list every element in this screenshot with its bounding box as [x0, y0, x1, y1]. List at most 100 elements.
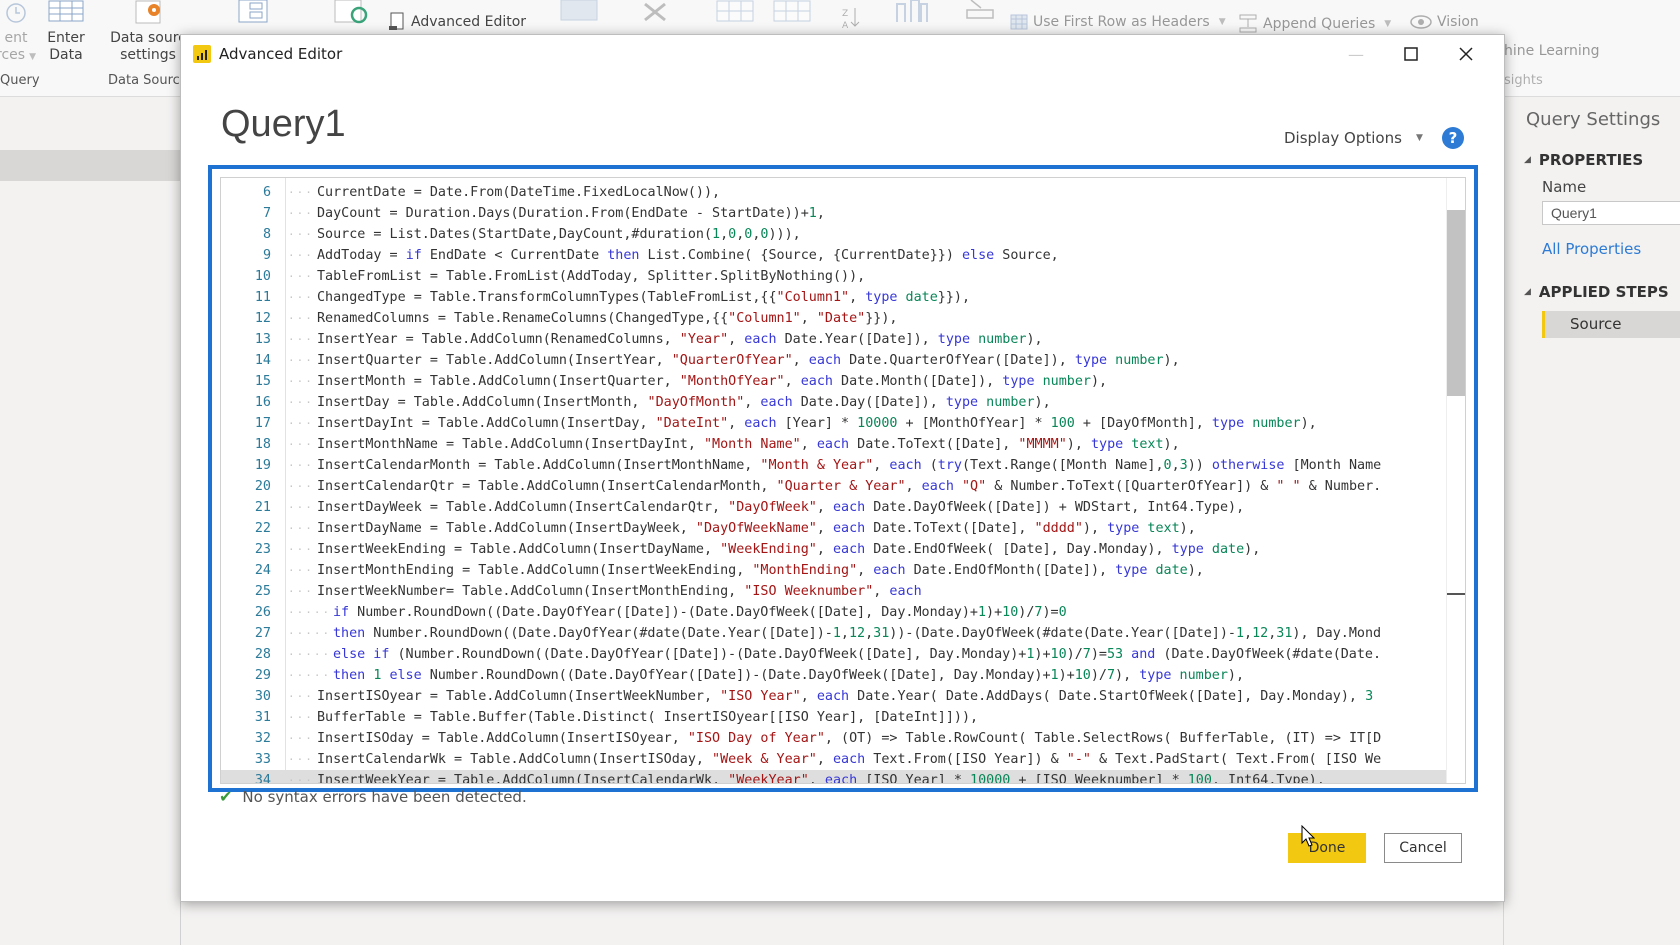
group-label-query: Query — [0, 73, 40, 88]
syntax-status: ✔ No syntax errors have been detected. — [219, 787, 527, 806]
help-icon[interactable]: ? — [1442, 127, 1464, 149]
append-queries-label: Append Queries — [1263, 16, 1376, 32]
code-text: InsertWeekYear = Table.AddColumn(InsertC… — [317, 773, 1325, 784]
cancel-button[interactable]: Cancel — [1384, 833, 1462, 863]
minimize-button[interactable]: — — [1336, 39, 1376, 69]
code-line[interactable]: 7 ··· DayCount = Duration.Days(Duration.Fr… — [221, 203, 1447, 224]
line-number: 12 — [254, 311, 271, 326]
code-line[interactable]: 19 ··· InsertCalendarMonth = Table.AddColu… — [221, 455, 1447, 476]
code-line[interactable]: 27 ····· then Number.RoundDown((Date.DayOf… — [221, 623, 1447, 644]
applied-steps-section-header[interactable]: ◢ APPLIED STEPS — [1524, 283, 1669, 301]
maximize-button[interactable] — [1391, 39, 1431, 69]
advanced-editor-ribbon-button[interactable]: Advanced Editor — [388, 12, 526, 32]
code-line[interactable]: 15 ··· InsertMonth = Table.AddColumn(Inser… — [221, 371, 1447, 392]
code-line[interactable]: 23 ··· InsertWeekEnding = Table.AddColumn(… — [221, 539, 1447, 560]
code-text: InsertDayWeek = Table.AddColumn(InsertCa… — [317, 500, 1245, 515]
all-properties-link[interactable]: All Properties — [1542, 240, 1641, 258]
line-number: 21 — [254, 500, 271, 515]
code-line[interactable]: 31 ··· BufferTable = Table.Buffer(Table.Di… — [221, 707, 1447, 728]
mouse-cursor-icon — [1301, 825, 1315, 847]
selected-query-row[interactable] — [0, 150, 180, 181]
code-line[interactable]: 6 ··· CurrentDate = Date.From(DateTime.Fix… — [221, 182, 1447, 203]
code-text: DayCount = Duration.Days(Duration.From(E… — [317, 206, 825, 221]
code-line[interactable]: 33 ··· InsertCalendarWk = Table.AddColumn(… — [221, 749, 1447, 770]
recent-sources-label-1: ent — [4, 30, 28, 46]
line-number: 28 — [254, 647, 271, 662]
line-number: 19 — [254, 458, 271, 473]
table-icon — [48, 0, 84, 22]
line-number: 17 — [254, 416, 271, 431]
applied-steps-header-label: APPLIED STEPS — [1538, 283, 1669, 301]
code-line[interactable]: 9 ··· AddToday = if EndDate < CurrentDate … — [221, 245, 1447, 266]
remove-columns-icon — [644, 2, 666, 22]
split-column-icon — [896, 0, 928, 22]
recent-sources-button[interactable]: ent rces▼ — [0, 0, 36, 66]
vision-button[interactable]: Vision — [1410, 14, 1479, 30]
code-text: Source = List.Dates(StartDate,DayCount,#… — [317, 227, 801, 242]
azure-machine-learning-button[interactable]: hine Learning — [1504, 43, 1599, 59]
scrollbar-thumb[interactable] — [1447, 210, 1465, 396]
applied-step-source[interactable]: Source — [1542, 311, 1680, 338]
clock-icon — [6, 3, 26, 23]
dialog-title-bar[interactable]: Advanced Editor — — [181, 35, 1504, 73]
vertical-scrollbar[interactable] — [1446, 178, 1465, 783]
code-line[interactable]: 10 ··· TableFromList = Table.FromList(AddT… — [221, 266, 1447, 287]
indent-guide: ··· — [288, 228, 314, 241]
query-name-heading: Query1 — [221, 103, 346, 145]
properties-section-header[interactable]: ◢ PROPERTIES — [1524, 151, 1643, 169]
code-lines[interactable]: 6 ··· CurrentDate = Date.From(DateTime.Fix… — [221, 178, 1447, 783]
line-number: 14 — [254, 353, 271, 368]
advanced-editor-dialog: Advanced Editor — Query1 Display Options… — [180, 34, 1505, 902]
code-line[interactable]: 20 ··· InsertCalendarQtr = Table.AddColumn… — [221, 476, 1447, 497]
chevron-down-icon: ▼ — [1415, 133, 1423, 143]
code-line[interactable]: 25 ··· InsertWeekNumber= Table.AddColumn(I… — [221, 581, 1447, 602]
indent-guide: ··· — [288, 690, 314, 703]
indent-guide: ··· — [288, 774, 314, 784]
syntax-status-message: No syntax errors have been detected. — [242, 787, 527, 806]
code-line[interactable]: 12 ··· RenamedColumns = Table.RenameColumn… — [221, 308, 1447, 329]
advanced-editor-ribbon-label: Advanced Editor — [411, 14, 527, 30]
code-line[interactable]: 26 ····· if Number.RoundDown((Date.DayOfYe… — [221, 602, 1447, 623]
code-line[interactable]: 13 ··· InsertYear = Table.AddColumn(Rename… — [221, 329, 1447, 350]
code-line[interactable]: 32 ··· InsertISOday = Table.AddColumn(Inse… — [221, 728, 1447, 749]
enter-data-button[interactable]: Enter Data — [46, 0, 86, 64]
code-line[interactable]: 18 ··· InsertMonthName = Table.AddColumn(I… — [221, 434, 1447, 455]
code-line[interactable]: 11 ··· ChangedType = Table.TransformColumn… — [221, 287, 1447, 308]
code-line[interactable]: 28 ····· else if (Number.RoundDown((Date.D… — [221, 644, 1447, 665]
code-line[interactable]: 21 ··· InsertDayWeek = Table.AddColumn(Ins… — [221, 497, 1447, 518]
line-number: 31 — [254, 710, 271, 725]
use-first-row-headers-button[interactable]: Use First Row as Headers ▼ — [1010, 14, 1226, 30]
checkmark-icon: ✔ — [219, 787, 233, 806]
data-source-settings-button[interactable]: Data sourc settings — [108, 0, 188, 64]
append-queries-button[interactable]: Append Queries ▼ — [1238, 14, 1391, 34]
line-number: 18 — [254, 437, 271, 452]
line-number: 13 — [254, 332, 271, 347]
indent-guide: ··· — [288, 207, 314, 220]
code-line[interactable]: 16 ··· InsertDay = Table.AddColumn(InsertM… — [221, 392, 1447, 413]
code-line[interactable]: 29 ····· then 1 else Number.RoundDown((Dat… — [221, 665, 1447, 686]
query-name-input[interactable] — [1542, 201, 1680, 225]
indent-guide: ··· — [288, 312, 314, 325]
done-button[interactable]: Done — [1288, 833, 1366, 863]
choose-columns-icon — [560, 0, 598, 21]
line-number: 15 — [254, 374, 271, 389]
code-line[interactable]: 24 ··· InsertMonthEnding = Table.AddColumn… — [221, 560, 1447, 581]
svg-text:A: A — [842, 21, 849, 31]
code-line[interactable]: 8 ··· Source = List.Dates(StartDate,DayCou… — [221, 224, 1447, 245]
enter-data-label-2: Data — [49, 47, 83, 63]
code-line[interactable]: 14 ··· InsertQuarter = Table.AddColumn(Ins… — [221, 350, 1447, 371]
group-label-data-sources: Data Sourc — [108, 73, 180, 88]
data-source-settings-label-1: Data sourc — [110, 30, 186, 46]
code-line[interactable]: 17 ··· InsertDayInt = Table.AddColumn(Inse… — [221, 413, 1447, 434]
close-button[interactable] — [1446, 39, 1486, 69]
indent-guide: ····· — [288, 669, 332, 682]
display-options-dropdown[interactable]: Display Options ▼ — [1284, 129, 1423, 147]
code-line[interactable]: 22 ··· InsertDayName = Table.AddColumn(Ins… — [221, 518, 1447, 539]
code-line[interactable]: 30 ··· InsertISOyear = Table.AddColumn(Ins… — [221, 686, 1447, 707]
code-line[interactable]: 34 ··· InsertWeekYear = Table.AddColumn(In… — [221, 770, 1447, 784]
code-text: RenamedColumns = Table.RenameColumns(Cha… — [317, 311, 898, 326]
code-editor[interactable]: 6 ··· CurrentDate = Date.From(DateTime.Fix… — [220, 177, 1466, 784]
code-text: BufferTable = Table.Buffer(Table.Distinc… — [317, 710, 979, 725]
group-label-ai-insights: sights — [1504, 73, 1543, 88]
code-editor-highlight-frame: 6 ··· CurrentDate = Date.From(DateTime.Fix… — [208, 165, 1478, 792]
